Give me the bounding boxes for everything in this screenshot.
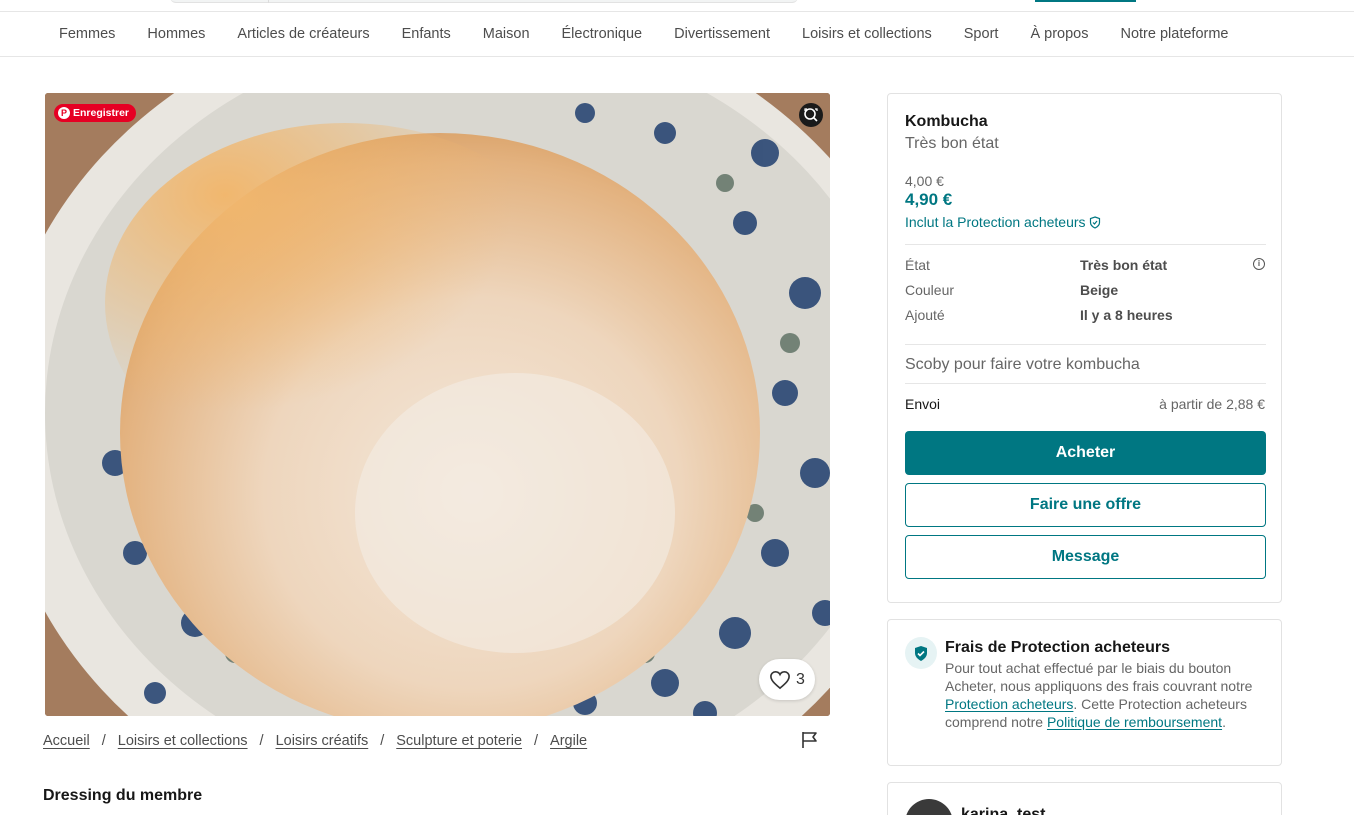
pinterest-icon: P <box>58 107 70 119</box>
buyer-protection-link[interactable]: Inclut la Protection acheteurs <box>905 214 1101 230</box>
breadcrumb-separator: / <box>259 733 264 749</box>
divider <box>905 383 1266 384</box>
divider <box>905 244 1266 245</box>
shield-icon <box>1089 215 1100 229</box>
breadcrumb-argile[interactable]: Argile <box>550 733 587 749</box>
zoom-icon[interactable] <box>799 103 823 127</box>
detail-label: Ajouté <box>905 307 945 323</box>
category-sport[interactable]: Sport <box>948 12 1015 57</box>
shipping-label: Envoi <box>905 396 941 412</box>
category-electronique[interactable]: Électronique <box>546 12 659 57</box>
item-description: Scoby pour faire votre kombucha <box>905 356 1140 373</box>
breadcrumb-separator: / <box>101 733 106 749</box>
buyer-protection-text: Pour tout achat effectué par le biais du… <box>945 659 1260 731</box>
message-button[interactable]: Message <box>905 535 1266 579</box>
info-icon[interactable]: i <box>1253 258 1265 270</box>
breadcrumb: Accueil / Loisirs et collections / Loisi… <box>43 733 587 749</box>
buyer-protection-note: Inclut la Protection acheteurs <box>905 214 1086 230</box>
seller-username[interactable]: karina_test <box>961 806 1046 815</box>
item-title: Kombucha <box>905 113 988 130</box>
heart-icon <box>770 670 790 689</box>
buyer-protection-title: Frais de Protection acheteurs <box>945 639 1170 656</box>
detail-label: Couleur <box>905 282 955 298</box>
seller-card[interactable]: karina_test <box>887 782 1282 815</box>
category-maison[interactable]: Maison <box>467 12 546 57</box>
buyer-protection-link[interactable]: Protection acheteurs <box>945 696 1073 712</box>
detail-value: Très bon état <box>1080 257 1168 273</box>
detail-value: Beige <box>1080 282 1119 298</box>
detail-value: Il y a 8 heures <box>1080 307 1173 323</box>
seller-avatar[interactable] <box>905 799 953 815</box>
item-price-total: 4,90 € <box>905 190 953 209</box>
item-condition-subtitle: Très bon état <box>905 135 999 152</box>
breadcrumb-separator: / <box>380 733 385 749</box>
category-nav: Femmes Hommes Articles de créateurs Enfa… <box>0 12 1354 57</box>
category-enfants[interactable]: Enfants <box>386 12 467 57</box>
favourite-count: 3 <box>796 670 805 688</box>
breadcrumb-separator: / <box>534 733 539 749</box>
category-loisirs[interactable]: Loisirs et collections <box>786 12 948 57</box>
buy-button[interactable]: Acheter <box>905 431 1266 475</box>
pinterest-save-label: Enregistrer <box>73 107 130 119</box>
item-price-original: 4,00 € <box>905 173 944 189</box>
breadcrumb-sculpture-poterie[interactable]: Sculpture et poterie <box>396 733 522 749</box>
favourite-button[interactable]: 3 <box>759 659 815 700</box>
category-hommes[interactable]: Hommes <box>131 12 221 57</box>
member-wardrobe-title: Dressing du membre <box>43 787 203 804</box>
header-strip <box>0 0 1354 12</box>
breadcrumb-loisirs-collections[interactable]: Loisirs et collections <box>118 733 248 749</box>
report-flag-icon[interactable] <box>799 729 821 751</box>
category-femmes[interactable]: Femmes <box>43 12 131 57</box>
product-photo[interactable] <box>45 93 830 716</box>
breadcrumb-loisirs-creatifs[interactable]: Loisirs créatifs <box>276 733 369 749</box>
search-bar[interactable] <box>170 0 798 3</box>
category-a-propos[interactable]: À propos <box>1014 12 1104 57</box>
breadcrumb-accueil[interactable]: Accueil <box>43 733 90 749</box>
shipping-value: à partir de 2,88 € <box>1159 396 1265 412</box>
pinterest-save-button[interactable]: P Enregistrer <box>54 104 137 122</box>
detail-label: État <box>905 257 930 273</box>
item-details-panel: Kombucha Très bon état 4,00 € 4,90 € Inc… <box>887 93 1282 603</box>
refund-policy-link[interactable]: Politique de remboursement <box>1047 714 1222 730</box>
category-divertissement[interactable]: Divertissement <box>658 12 786 57</box>
shield-check-icon <box>905 637 937 669</box>
protection-text-part: Pour tout achat effectué par le biais du… <box>945 660 1253 694</box>
protection-text-part: . <box>1222 714 1226 730</box>
buyer-protection-card: Frais de Protection acheteurs Pour tout … <box>887 619 1282 766</box>
category-createurs[interactable]: Articles de créateurs <box>221 12 385 57</box>
category-plateforme[interactable]: Notre plateforme <box>1104 12 1244 57</box>
make-offer-button[interactable]: Faire une offre <box>905 483 1266 527</box>
active-tab-underline <box>1035 0 1136 2</box>
divider <box>905 344 1266 345</box>
kombucha-scoby-image <box>45 93 830 716</box>
